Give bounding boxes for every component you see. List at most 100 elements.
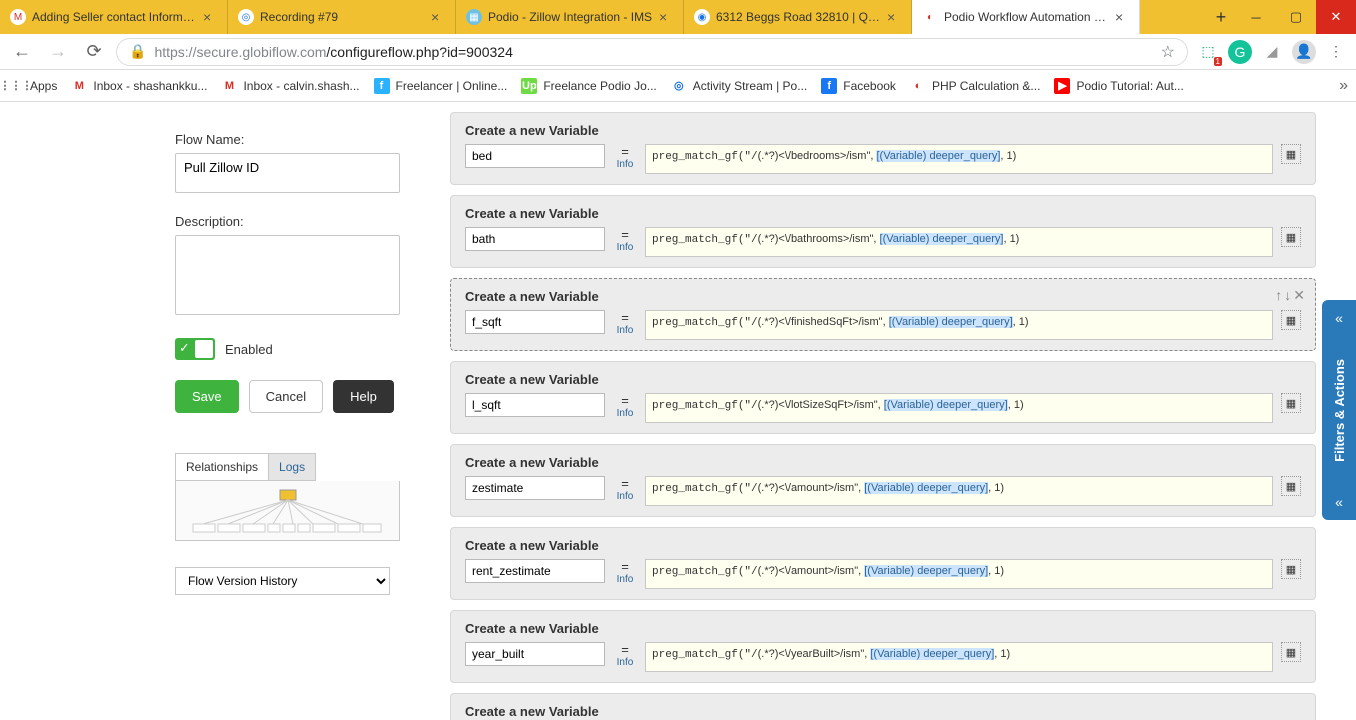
info-link[interactable]: Info — [617, 491, 634, 502]
enabled-toggle[interactable] — [175, 338, 215, 360]
variable-name-input[interactable] — [465, 476, 605, 500]
profile-avatar[interactable]: 👤 — [1292, 40, 1316, 64]
info-link[interactable]: Info — [617, 408, 634, 419]
action-block[interactable]: Create a new Variable = Info preg_match_… — [450, 195, 1316, 268]
info-link[interactable]: Info — [617, 574, 634, 585]
bookmark-label: Facebook — [843, 79, 896, 93]
bookmark-item[interactable]: ◐PHP Calculation &... — [910, 78, 1041, 94]
minimize-button[interactable]: ─ — [1236, 0, 1276, 34]
bookmark-item[interactable]: MInbox - shashankku... — [71, 78, 207, 94]
description-input[interactable] — [175, 235, 400, 315]
filters-actions-tab[interactable]: « Filters & Actions « — [1322, 300, 1356, 520]
tab-close-icon[interactable]: × — [203, 10, 217, 24]
action-block[interactable]: Create a new Variable = Info preg_match_… — [450, 527, 1316, 600]
tab-close-icon[interactable]: × — [887, 10, 901, 24]
bookmark-item[interactable]: UpFreelance Podio Jo... — [521, 78, 656, 94]
ext-icon-3[interactable]: ◢ — [1260, 40, 1284, 64]
token-picker-icon[interactable]: ▦ — [1281, 227, 1301, 247]
token-picker-icon[interactable]: ▦ — [1281, 476, 1301, 496]
action-block[interactable]: Create a new Variable = Info preg_match_… — [450, 361, 1316, 434]
variable-name-input[interactable] — [465, 642, 605, 666]
tab-close-icon[interactable]: × — [431, 10, 445, 24]
code-expression[interactable]: preg_match_gf("/(.*?)<\/lotSizeSqFt>/ism… — [645, 393, 1273, 423]
token-picker-icon[interactable]: ▦ — [1281, 310, 1301, 330]
maximize-button[interactable]: ▢ — [1276, 0, 1316, 34]
equals-label: = — [621, 310, 629, 325]
tab-close-icon[interactable]: × — [659, 10, 673, 24]
variable-name-input[interactable] — [465, 144, 605, 168]
bookmark-item[interactable]: fFacebook — [821, 78, 896, 94]
bookmark-label: Freelance Podio Jo... — [543, 79, 656, 93]
action-block[interactable]: Create a new Variable = Info preg_match_… — [450, 693, 1316, 720]
code-expression[interactable]: preg_match_gf("/(.*?)<\/amount>/ism", [(… — [645, 559, 1273, 589]
bookmark-label: Inbox - calvin.shash... — [243, 79, 359, 93]
bookmark-item[interactable]: fFreelancer | Online... — [374, 78, 508, 94]
move-up-icon[interactable]: ↑ — [1275, 287, 1282, 304]
bookmark-item[interactable]: MInbox - calvin.shash... — [221, 78, 359, 94]
actions-list: Create a new Variable = Info preg_match_… — [420, 102, 1356, 720]
new-tab-button[interactable]: + — [1206, 7, 1236, 28]
back-button[interactable]: ← — [8, 38, 36, 66]
ext-icon-1[interactable]: ⬚1 — [1196, 40, 1220, 64]
token-picker-icon[interactable]: ▦ — [1281, 393, 1301, 413]
action-block[interactable]: Create a new Variable = Info preg_match_… — [450, 444, 1316, 517]
code-expression[interactable]: preg_match_gf("/(.*?)<\/finishedSqFt>/is… — [645, 310, 1273, 340]
description-label: Description: — [175, 214, 400, 229]
forward-button[interactable]: → — [44, 38, 72, 66]
close-window-button[interactable]: ✕ — [1316, 0, 1356, 34]
info-link[interactable]: Info — [617, 657, 634, 668]
bookmark-star-icon[interactable]: ☆ — [1161, 42, 1175, 62]
variable-name-input[interactable] — [465, 393, 605, 417]
browser-tab[interactable]: ▦ Podio - Zillow Integration - IMS × — [456, 0, 684, 34]
tab-favicon: ◉ — [694, 9, 710, 25]
code-expression[interactable]: preg_match_gf("/(.*?)<\/yearBuilt>/ism",… — [645, 642, 1273, 672]
equals-label: = — [621, 559, 629, 574]
flow-version-history-select[interactable]: Flow Version History — [175, 567, 390, 595]
bookmark-item[interactable]: ▶Podio Tutorial: Aut... — [1054, 78, 1183, 94]
browser-tab[interactable]: M Adding Seller contact Informatio × — [0, 0, 228, 34]
browser-tab[interactable]: ◎ Recording #79 × — [228, 0, 456, 34]
code-expression[interactable]: preg_match_gf("/(.*?)<\/bathrooms>/ism",… — [645, 227, 1273, 257]
help-button[interactable]: Help — [333, 380, 394, 413]
variable-name-input[interactable] — [465, 227, 605, 251]
reload-button[interactable]: ⟳ — [80, 38, 108, 66]
cancel-button[interactable]: Cancel — [249, 380, 323, 413]
token-picker-icon[interactable]: ▦ — [1281, 642, 1301, 662]
info-link[interactable]: Info — [617, 242, 634, 253]
variable-name-input[interactable] — [465, 310, 605, 334]
browser-tab[interactable]: ◉ 6312 Beggs Road 32810 | Q9 De × — [684, 0, 912, 34]
token-picker-icon[interactable]: ▦ — [1281, 144, 1301, 164]
url-field[interactable]: 🔒 https://secure.globiflow.com/configure… — [116, 38, 1188, 66]
variable-name-input[interactable] — [465, 559, 605, 583]
flow-name-input[interactable]: Pull Zillow ID — [175, 153, 400, 193]
relationship-diagram[interactable] — [175, 481, 400, 541]
token-picker-icon[interactable]: ▦ — [1281, 559, 1301, 579]
code-expression[interactable]: preg_match_gf("/(.*?)<\/amount>/ism", [(… — [645, 476, 1273, 506]
tab-close-icon[interactable]: × — [1115, 10, 1129, 24]
action-block[interactable]: Create a new Variable = Info preg_match_… — [450, 112, 1316, 185]
delete-icon[interactable]: ✕ — [1293, 287, 1305, 304]
bookmarks-overflow-icon[interactable]: » — [1339, 77, 1348, 95]
browser-tab[interactable]: ◐ Podio Workflow Automation - G × — [912, 0, 1140, 34]
tab-relationships[interactable]: Relationships — [175, 453, 268, 481]
save-button[interactable]: Save — [175, 380, 239, 413]
lock-icon: 🔒 — [129, 43, 146, 60]
tab-favicon: ▦ — [466, 9, 482, 25]
action-block[interactable]: ↑ ↓ ✕ Create a new Variable = Info preg_… — [450, 278, 1316, 351]
code-expression[interactable]: preg_match_gf("/(.*?)<\/bedrooms>/ism", … — [645, 144, 1273, 174]
tab-label: Podio - Zillow Integration - IMS — [488, 10, 653, 24]
tab-favicon: ◐ — [922, 9, 938, 25]
info-link[interactable]: Info — [617, 159, 634, 170]
variable-token: [(Variable) deeper_query] — [864, 565, 988, 577]
move-down-icon[interactable]: ↓ — [1284, 287, 1291, 304]
block-controls: ↑ ↓ ✕ — [1275, 287, 1305, 304]
chrome-menu-icon[interactable]: ⋮ — [1324, 40, 1348, 64]
action-title: Create a new Variable — [465, 123, 1301, 138]
action-block[interactable]: Create a new Variable = Info preg_match_… — [450, 610, 1316, 683]
bookmark-icon: ⋮⋮⋮ — [8, 78, 24, 94]
bookmark-item[interactable]: ◎Activity Stream | Po... — [671, 78, 807, 94]
bookmark-item[interactable]: ⋮⋮⋮Apps — [8, 78, 57, 94]
info-link[interactable]: Info — [617, 325, 634, 336]
tab-logs[interactable]: Logs — [268, 453, 316, 481]
ext-icon-grammarly[interactable]: G — [1228, 40, 1252, 64]
